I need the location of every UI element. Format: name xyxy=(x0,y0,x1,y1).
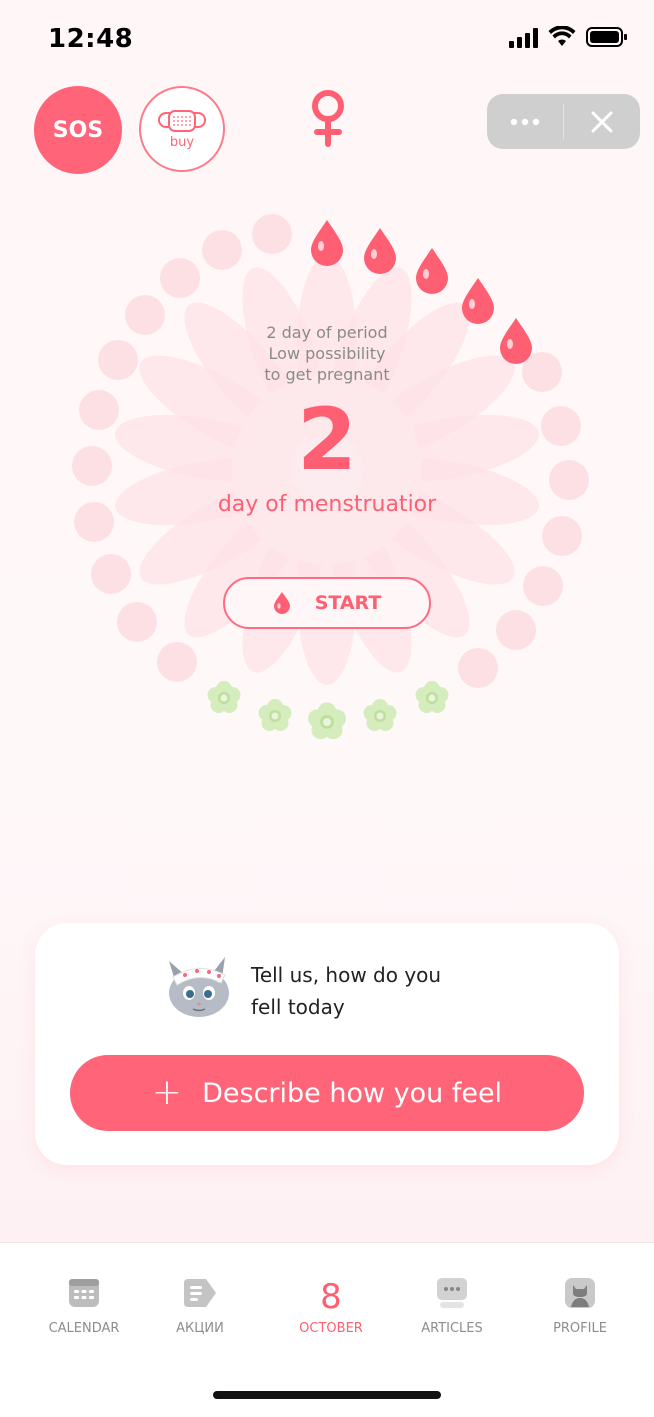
more-dots-icon xyxy=(510,118,540,125)
mood-prompt: Tell us, how do you fell today xyxy=(251,959,511,1023)
cycle-day-number: 2 xyxy=(297,390,357,490)
mood-prompt-line1: Tell us, how do you xyxy=(251,963,442,987)
nav-item-profile[interactable]: PROFILE xyxy=(525,1277,635,1336)
status-time: 12:48 xyxy=(48,24,134,54)
mood-prompt-line2: fell today xyxy=(251,995,345,1019)
describe-label: Describe how you feel xyxy=(202,1077,503,1109)
calendar-icon xyxy=(69,1279,99,1307)
cycle-day-caption: day of menstruatior xyxy=(217,492,437,517)
nav-label-month: OCTOBER xyxy=(299,1321,363,1336)
start-label: START xyxy=(314,592,382,614)
female-symbol-icon xyxy=(312,90,344,147)
nav-item-calendar[interactable]: CALENDAR xyxy=(29,1277,139,1336)
cycle-info-line1: 2 day of period xyxy=(266,323,388,342)
cat-profile-icon xyxy=(565,1278,595,1308)
nav-label-profile: PROFILE xyxy=(553,1321,607,1336)
nav-item-articles[interactable]: ARTICLES xyxy=(397,1277,507,1336)
cycle-info: 2 day of period Low possibility to get p… xyxy=(0,322,654,385)
tag-icon xyxy=(184,1279,216,1307)
status-bar: 12:48 xyxy=(0,0,654,80)
pad-icon xyxy=(158,109,206,132)
nav-label-articles: ARTICLES xyxy=(421,1321,483,1336)
drop-icon xyxy=(273,592,290,614)
mini-app-capsule xyxy=(487,94,640,149)
ovulation-flowers xyxy=(207,681,449,740)
cycle-info-line2: Low possibility xyxy=(268,344,386,363)
cycle-info-line3: to get pregnant xyxy=(264,365,390,384)
start-period-button[interactable]: START xyxy=(223,577,431,629)
nav-today-number: 8 xyxy=(320,1277,342,1317)
nav-label-calendar: CALENDAR xyxy=(48,1321,120,1336)
cellular-signal-icon xyxy=(509,26,538,48)
chat-icon xyxy=(437,1278,467,1308)
sos-button[interactable]: SOS xyxy=(34,86,122,174)
buy-label: buy xyxy=(169,134,195,150)
nav-item-today[interactable]: 8 OCTOBER xyxy=(276,1277,386,1336)
more-button[interactable] xyxy=(487,94,563,149)
describe-feelings-button[interactable]: + Describe how you feel xyxy=(70,1055,584,1131)
battery-icon xyxy=(586,27,627,47)
plus-icon: + xyxy=(151,1072,183,1113)
sos-label: SOS xyxy=(52,117,104,143)
nav-item-promotions[interactable]: АКЦИИ xyxy=(145,1277,255,1336)
close-icon xyxy=(591,111,613,132)
cat-mascot-icon xyxy=(169,957,229,1017)
home-indicator xyxy=(213,1391,441,1399)
buy-button[interactable]: buy xyxy=(139,86,225,172)
nav-label-promotions: АКЦИИ xyxy=(176,1321,224,1336)
close-button[interactable] xyxy=(564,94,640,149)
wifi-icon xyxy=(548,26,576,46)
status-icons xyxy=(509,26,628,48)
mood-card: Tell us, how do you fell today + Describ… xyxy=(35,923,619,1165)
